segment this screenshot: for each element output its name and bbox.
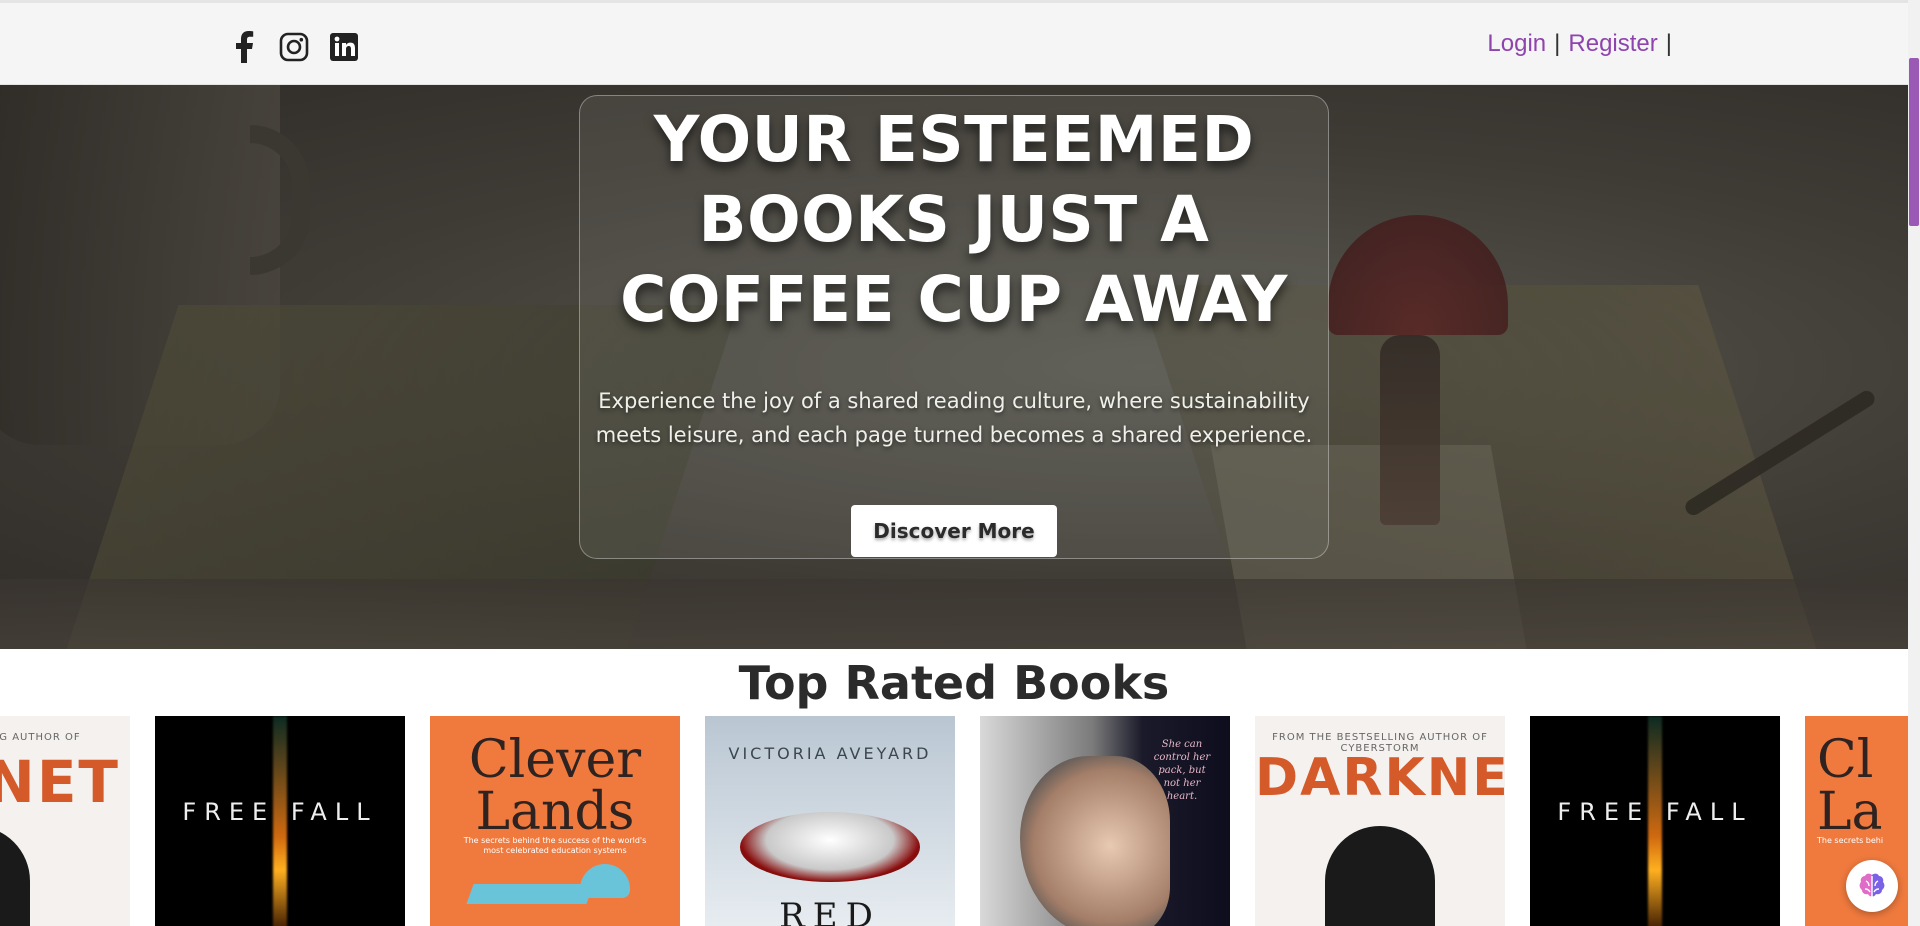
book-author: VICTORIA AVEYARD [728, 744, 932, 763]
hero-description-line: Experience the joy of a shared reading c… [598, 389, 1310, 413]
book-title: Clever Lands [468, 730, 642, 842]
book-figure [1325, 826, 1435, 926]
hero-description: Experience the joy of a shared reading c… [580, 384, 1328, 452]
book-cover[interactable]: FREE FALL [155, 716, 405, 926]
top-rated-title: Top Rated Books [738, 656, 1170, 710]
chat-assistant-button[interactable] [1846, 860, 1898, 912]
book-figure [0, 826, 30, 926]
book-cover[interactable]: FREE FALL [1530, 716, 1780, 926]
book-author-line: BESTSELLING AUTHOR OF [0, 732, 81, 743]
hero-title-line: COFFEE CUP AWAY [620, 263, 1288, 336]
auth-links: Login | Register | [1487, 30, 1672, 58]
hero-bg-umbrella [1328, 215, 1508, 335]
login-link[interactable]: Login [1487, 30, 1546, 58]
auth-separator-end: | [1665, 30, 1672, 57]
book-cover[interactable]: VICTORIA AVEYARD RED [705, 716, 955, 926]
auth-separator: | [1554, 30, 1561, 57]
register-link[interactable]: Register [1568, 30, 1657, 58]
book-crown [740, 812, 920, 882]
book-quote: She can control her pack, but not her he… [1153, 739, 1211, 802]
book-title: RED [779, 896, 881, 926]
book-subtitle: The secrets behi [1817, 836, 1884, 845]
book-cover[interactable]: FROM THE BESTSELLING AUTHOR OF CYBERSTOR… [1255, 716, 1505, 926]
hero-bg-floor [0, 579, 1908, 649]
book-cover[interactable]: Clever Lands The secrets behind the succ… [430, 716, 680, 926]
book-title: FREE FALL [1557, 798, 1753, 826]
book-cover[interactable]: BESTSELLING AUTHOR OF KNET [0, 716, 130, 926]
book-title: KNET [0, 748, 120, 816]
hero-description-line: meets leisure, and each page turned beco… [595, 423, 1313, 447]
hero-panel: YOUR ESTEEMED BOOKS JUST A COFFEE CUP AW… [579, 95, 1329, 559]
scrollbar-thumb[interactable] [1909, 58, 1919, 226]
facebook-link[interactable] [226, 29, 262, 65]
social-links [226, 29, 362, 65]
hero-banner: YOUR ESTEEMED BOOKS JUST A COFFEE CUP AW… [0, 85, 1908, 649]
linkedin-icon [330, 33, 358, 61]
book-title: Cl La [1817, 730, 1883, 842]
book-face [1020, 756, 1170, 926]
top-rated-carousel: BESTSELLING AUTHOR OF KNET FREE FALL Cle… [0, 716, 1908, 926]
instagram-icon [279, 32, 309, 62]
book-title: DARKNET [1255, 748, 1505, 808]
page-scrollbar[interactable] [1908, 0, 1920, 926]
hero-title-line: BOOKS JUST A [698, 183, 1210, 256]
hero-bg-mug-handle [250, 125, 310, 275]
book-subtitle: The secrets behind the success of the wo… [463, 836, 647, 855]
hero-bg-girl [1380, 335, 1440, 525]
instagram-link[interactable] [276, 29, 312, 65]
linkedin-link[interactable] [326, 29, 362, 65]
facebook-icon [236, 31, 254, 63]
discover-more-button[interactable]: Discover More [851, 505, 1057, 557]
site-header: Login | Register | [0, 3, 1908, 85]
hero-title: YOUR ESTEEMED BOOKS JUST A COFFEE CUP AW… [580, 96, 1328, 340]
book-illustration [580, 864, 630, 898]
book-title: FREE FALL [182, 798, 378, 826]
book-cover[interactable]: She can control her pack, but not her he… [980, 716, 1230, 926]
book-illustration [466, 884, 594, 904]
brain-icon [1859, 873, 1885, 897]
hero-title-line: YOUR ESTEEMED [653, 103, 1255, 176]
